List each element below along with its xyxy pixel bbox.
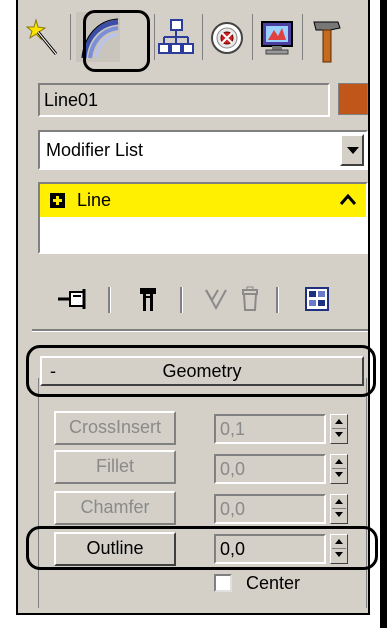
motion-icon xyxy=(211,22,243,54)
show-end-result-icon[interactable] xyxy=(138,286,158,312)
make-unique-icon xyxy=(205,289,227,311)
fillet-button[interactable]: Fillet xyxy=(54,450,176,484)
chevron-down-icon[interactable] xyxy=(340,134,364,166)
tab-motion[interactable] xyxy=(204,12,248,62)
utilities-hammer-icon xyxy=(313,21,341,63)
geometry-header-highlight xyxy=(26,345,376,397)
crossinsert-button[interactable]: CrossInsert xyxy=(54,411,176,445)
pin-stack-icon[interactable] xyxy=(56,286,90,312)
center-checkbox[interactable] xyxy=(214,574,232,592)
stack-item-label: Line xyxy=(77,190,112,210)
stack-item-line[interactable]: Line xyxy=(40,184,366,217)
chamfer-value-field[interactable]: 0,0 xyxy=(214,494,326,524)
toolbar-separator xyxy=(108,287,111,313)
expand-plus-icon[interactable] xyxy=(50,193,65,208)
toolbar-separator xyxy=(276,287,279,313)
modifier-stack-list[interactable]: Line xyxy=(38,182,368,254)
object-name-field[interactable]: Line01 xyxy=(38,83,330,117)
tab-hierarchy[interactable] xyxy=(154,12,198,62)
configure-modifier-sets-icon[interactable] xyxy=(304,286,330,312)
tab-utilities[interactable] xyxy=(304,12,348,63)
remove-modifier-icon xyxy=(242,286,258,311)
modify-tab-highlight xyxy=(83,10,150,72)
center-checkbox-label: Center xyxy=(246,573,301,593)
fillet-value-field[interactable]: 0,0 xyxy=(214,454,326,484)
chamfer-spinner[interactable] xyxy=(330,494,348,524)
crossinsert-value-field[interactable]: 0,1 xyxy=(214,414,326,444)
tab-separator xyxy=(252,14,253,60)
create-wand-icon xyxy=(26,18,58,55)
rollout-border-left xyxy=(38,378,39,608)
fillet-spinner[interactable] xyxy=(330,454,348,484)
tab-separator xyxy=(302,14,303,60)
toolbar-separator xyxy=(180,287,183,313)
crossinsert-spinner[interactable] xyxy=(330,414,348,444)
object-color-swatch[interactable] xyxy=(338,83,368,115)
outline-row-highlight xyxy=(26,526,378,570)
hierarchy-icon xyxy=(158,19,194,54)
display-monitor-icon xyxy=(261,21,293,55)
tab-display[interactable] xyxy=(254,12,298,62)
panel-divider xyxy=(32,329,368,332)
chamfer-button[interactable]: Chamfer xyxy=(54,491,176,525)
tab-create[interactable] xyxy=(22,12,66,62)
tab-separator xyxy=(202,14,203,60)
caret-up-icon xyxy=(340,194,356,205)
modifier-list-value: Modifier List xyxy=(46,140,144,160)
modifier-list-dropdown[interactable]: Modifier List xyxy=(38,130,368,170)
tab-separator xyxy=(70,14,71,60)
panel-right-border xyxy=(380,0,387,628)
rollout-border-right xyxy=(366,378,367,608)
